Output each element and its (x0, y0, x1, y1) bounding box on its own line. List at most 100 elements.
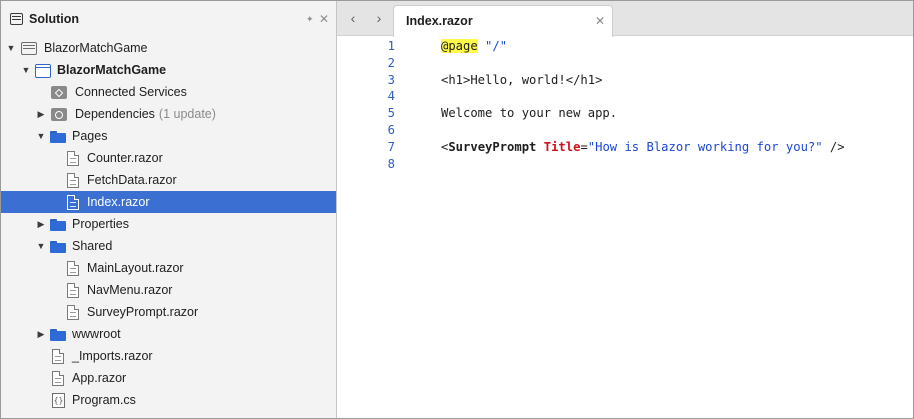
line-number: 1 (387, 39, 395, 53)
razor-file-icon (67, 194, 79, 210)
code-text: <h1>Hello, world!</h1> (441, 72, 602, 89)
tree-item-label: App.razor (72, 371, 127, 385)
editor-area: ‹ › Index.razor ✕ 1 @page "/" 2 3 <h1>Hello,… (337, 1, 913, 418)
tree-item[interactable]: FetchData.razor (1, 169, 336, 191)
chevron-down-icon[interactable]: ▼ (35, 130, 47, 142)
ide-window: Solution ✦ ✕ ▼ BlazorMatchGame ▼ BlazorMatc… (0, 0, 914, 419)
code-text: Welcome to your new app. (441, 105, 617, 122)
pin-icon[interactable]: ✦ (306, 14, 314, 24)
code-text: <SurveyPrompt Title="How is Blazor worki… (441, 139, 845, 156)
tree-item-label: Shared (72, 239, 113, 253)
navigate-forward-icon[interactable]: › (371, 10, 387, 26)
token-attr: Title (543, 139, 581, 154)
line-number: 6 (387, 123, 395, 137)
razor-file-icon (67, 260, 79, 276)
solution-pad-icon (10, 12, 23, 25)
code-text: @page "/" (441, 38, 507, 55)
folder-icon (50, 241, 66, 253)
chevron-down-icon[interactable]: ▼ (5, 42, 17, 54)
token-string: "/" (485, 39, 508, 53)
tree-item[interactable]: ▼ Shared (1, 235, 336, 257)
tree-item-label: Connected Services (75, 85, 187, 99)
token-text: <h1>Hello, world!</h1> (441, 72, 603, 87)
code-line[interactable]: 6 (337, 122, 913, 139)
code-line[interactable]: 1 @page "/" (337, 38, 913, 55)
navigate-back-icon[interactable]: ‹ (345, 10, 361, 26)
tree-item[interactable]: Index.razor (1, 191, 336, 213)
line-number: 8 (387, 156, 395, 171)
tree-item[interactable]: {} Program.cs (1, 389, 336, 411)
tree-item-label: _Imports.razor (72, 349, 153, 363)
line-number: 4 (387, 89, 395, 104)
solution-pad-title: Solution (29, 11, 79, 26)
tab-index-razor[interactable]: Index.razor ✕ (393, 5, 613, 37)
tree-item-label: BlazorMatchGame (57, 63, 167, 77)
razor-file-icon (67, 282, 79, 298)
folder-icon (50, 329, 66, 341)
tree-item-label: NavMenu.razor (87, 283, 173, 297)
chevron-right-icon[interactable]: ▶ (35, 108, 47, 120)
line-number: 2 (387, 55, 395, 70)
chevron-right-icon[interactable]: ▶ (35, 328, 47, 340)
tab-close-icon[interactable]: ✕ (595, 14, 605, 28)
tree-item[interactable]: MainLayout.razor (1, 257, 336, 279)
tree-item-label: MainLayout.razor (87, 261, 184, 275)
razor-file-icon (67, 304, 79, 320)
chevron-down-icon[interactable]: ▼ (20, 64, 32, 76)
tree-item-label: Index.razor (87, 195, 150, 209)
tree-item[interactable]: NavMenu.razor (1, 279, 336, 301)
csharp-file-icon: {} (52, 392, 65, 408)
connected-services-icon (51, 86, 67, 99)
dependencies-icon (51, 108, 67, 121)
razor-file-icon (67, 150, 79, 166)
code-line[interactable]: 3 <h1>Hello, world!</h1> (337, 72, 913, 89)
chevron-right-icon[interactable]: ▶ (35, 218, 47, 230)
solution-icon (21, 42, 37, 55)
line-number: 5 (387, 106, 395, 121)
tree-item-label: SurveyPrompt.razor (87, 305, 199, 319)
tree-item-label: wwwroot (72, 327, 121, 341)
tree-item-label: Properties (72, 217, 129, 231)
tree-item-label: FetchData.razor (87, 173, 177, 187)
tree-item[interactable]: App.razor (1, 367, 336, 389)
tree-item[interactable]: ▶ wwwroot (1, 323, 336, 345)
tree-item[interactable]: ▼ Pages (1, 125, 336, 147)
tree-item[interactable]: SurveyPrompt.razor (1, 301, 336, 323)
tree-item[interactable]: ▶ Properties (1, 213, 336, 235)
tree-item-label: BlazorMatchGame (44, 41, 148, 55)
razor-file-icon (52, 370, 64, 386)
tree-item[interactable]: Connected Services (1, 81, 336, 103)
code-line[interactable]: 2 (337, 55, 913, 72)
code-line[interactable]: 7 <SurveyPrompt Title="How is Blazor work… (337, 139, 913, 156)
tree-item[interactable]: Counter.razor (1, 147, 336, 169)
close-pad-icon[interactable]: ✕ (319, 13, 329, 25)
code-line[interactable]: 8 (337, 156, 913, 173)
code-line[interactable]: 4 (337, 88, 913, 105)
tree-item-label: Program.cs (72, 393, 136, 407)
code-line[interactable]: 5 Welcome to your new app. (337, 105, 913, 122)
tree-item-label: Dependencies (75, 107, 155, 121)
token-text: Welcome to your new app. (441, 106, 618, 121)
token-text: /> (822, 139, 845, 154)
line-number: 3 (387, 72, 395, 87)
token-directive: @page (441, 39, 478, 53)
tree-item-label: Counter.razor (87, 151, 163, 165)
update-hint: (1 update) (158, 107, 216, 121)
token-text: = (580, 139, 588, 154)
solution-pad: Solution ✦ ✕ ▼ BlazorMatchGame ▼ BlazorMatc… (1, 1, 337, 418)
tree-item[interactable]: ▶ Dependencies (1 update) (1, 103, 336, 125)
line-number: 7 (387, 139, 395, 154)
razor-file-icon (67, 172, 79, 188)
folder-icon (50, 219, 66, 231)
tree-item[interactable]: _Imports.razor (1, 345, 336, 367)
tree-item[interactable]: ▼ BlazorMatchGame (1, 37, 336, 59)
chevron-down-icon[interactable]: ▼ (35, 240, 47, 252)
tree-item[interactable]: ▼ BlazorMatchGame (1, 59, 336, 81)
project-icon (35, 63, 51, 78)
razor-file-icon (52, 348, 64, 364)
tab-bar: ‹ › Index.razor ✕ (337, 1, 913, 37)
tree-item-label: Pages (72, 129, 108, 143)
token-string: "How is Blazor working for you?" (587, 139, 823, 154)
